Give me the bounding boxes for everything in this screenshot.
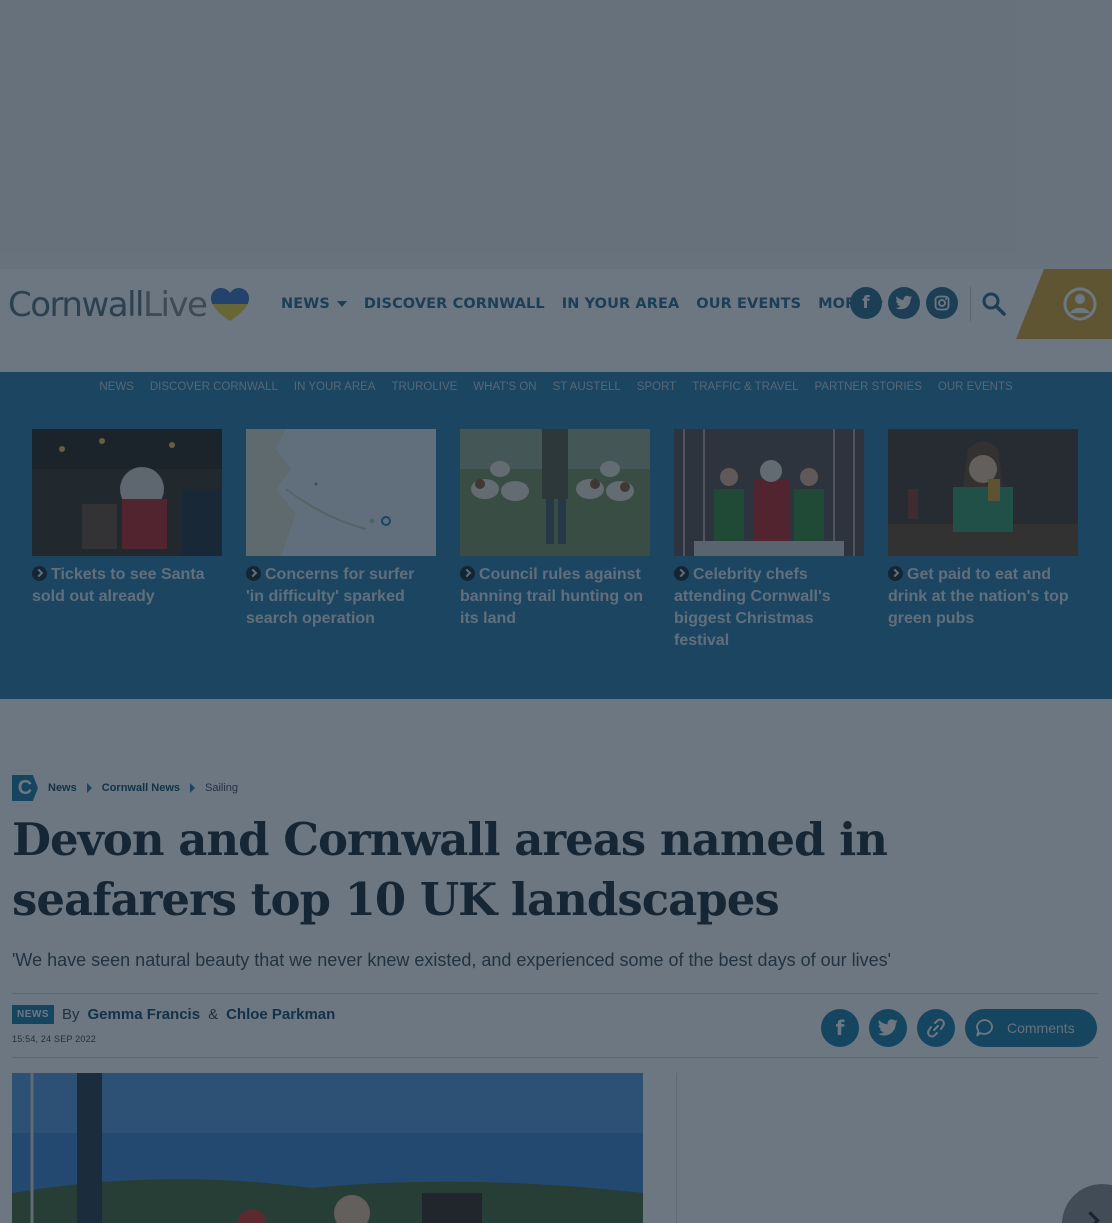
article-standfirst: 'We have seen natural beauty that we nev… — [12, 950, 892, 970]
breadcrumb-separator-icon — [86, 783, 92, 793]
story-image-map[interactable] — [246, 429, 436, 556]
featured-stories: Tickets to see Santa sold out already Co… — [32, 429, 1080, 669]
subnav-sport[interactable]: SPORT — [637, 381, 676, 393]
copy-link-icon[interactable] — [917, 1009, 955, 1047]
secondary-nav-panel: NEWS DISCOVER CORNWALL IN YOUR AREA TRUR… — [0, 372, 1112, 699]
share-bar: f Comments — [821, 1009, 1097, 1047]
share-facebook-icon[interactable]: f — [821, 1009, 859, 1047]
facebook-icon[interactable]: f — [850, 287, 882, 319]
speech-bubble-icon — [976, 1019, 993, 1037]
header-divider — [970, 287, 971, 321]
story-title[interactable]: Concerns for surfer 'in difficulty' spar… — [246, 564, 436, 630]
chevron-right-icon — [460, 566, 475, 581]
header-spacer — [0, 339, 1112, 372]
breadcrumb: C News Cornwall News Sailing — [12, 775, 238, 801]
comments-button[interactable]: Comments — [965, 1009, 1097, 1047]
social-links: f — [850, 287, 958, 319]
subnav-traffic-travel[interactable]: TRAFFIC & TRAVEL — [692, 381, 798, 393]
byline-ampersand: & — [208, 1006, 219, 1023]
story-card[interactable]: Tickets to see Santa sold out already — [32, 429, 222, 669]
breadcrumb-separator-icon — [190, 783, 195, 793]
story-card[interactable]: Get paid to eat and drink at the nation'… — [888, 429, 1078, 669]
story-card[interactable]: Council rules against banning trail hunt… — [460, 429, 650, 669]
nav-news[interactable]: NEWS — [281, 296, 347, 312]
share-twitter-icon[interactable] — [869, 1009, 907, 1047]
secondary-nav-links: NEWS DISCOVER CORNWALL IN YOUR AREA TRUR… — [0, 372, 1112, 402]
logo-text: CornwallLive — [8, 285, 208, 325]
divider — [12, 993, 1098, 994]
subnav-partner-stories[interactable]: PARTNER STORIES — [815, 381, 922, 393]
byline: NEWS By Gemma Francis & Chloe Parkman — [12, 1005, 335, 1024]
account-button[interactable] — [1016, 269, 1112, 339]
main-nav: NEWS DISCOVER CORNWALL IN YOUR AREA OUR … — [281, 269, 884, 339]
twitter-icon[interactable] — [888, 287, 920, 319]
story-title[interactable]: Tickets to see Santa sold out already — [32, 564, 222, 608]
byline-prefix: By — [62, 1006, 80, 1023]
nav-discover-cornwall[interactable]: DISCOVER CORNWALL — [364, 296, 545, 312]
story-image-celebrity-chefs[interactable] — [674, 429, 864, 556]
subnav-discover-cornwall[interactable]: DISCOVER CORNWALL — [150, 381, 278, 393]
site-header: CornwallLive NEWS DISCOVER CORNWALL IN Y… — [0, 269, 1112, 339]
subnav-st-austell[interactable]: ST AUSTELL — [553, 381, 621, 393]
author-link[interactable]: Gemma Francis — [88, 1006, 201, 1023]
story-card[interactable]: Concerns for surfer 'in difficulty' spar… — [246, 429, 436, 669]
comments-label: Comments — [1007, 1020, 1075, 1036]
advertisement-space — [0, 0, 1112, 269]
story-image-pub[interactable] — [888, 429, 1078, 556]
story-image-hounds[interactable] — [460, 429, 650, 556]
section-logo[interactable]: C — [12, 775, 38, 801]
chevron-right-icon — [674, 566, 689, 581]
cornwall-live-logo[interactable]: CornwallLive — [8, 285, 258, 325]
ukraine-heart-icon — [211, 288, 250, 321]
author-link[interactable]: Chloe Parkman — [226, 1006, 335, 1023]
story-card[interactable]: Celebrity chefs attending Cornwall's big… — [674, 429, 864, 669]
publish-timestamp: 15:54, 24 SEP 2022 — [12, 1034, 97, 1044]
caret-down-icon — [336, 301, 347, 307]
article-hero-image[interactable] — [12, 1073, 643, 1223]
subnav-whats-on[interactable]: WHAT'S ON — [473, 381, 536, 393]
chevron-right-icon — [246, 566, 261, 581]
sidebar-divider — [676, 1073, 677, 1223]
subnav-in-your-area[interactable]: IN YOUR AREA — [294, 381, 376, 393]
nav-our-events[interactable]: OUR EVENTS — [696, 296, 801, 312]
category-badge[interactable]: NEWS — [12, 1005, 54, 1024]
nav-in-your-area[interactable]: IN YOUR AREA — [562, 296, 680, 312]
divider — [12, 1057, 1098, 1058]
story-title[interactable]: Celebrity chefs attending Cornwall's big… — [674, 564, 864, 652]
breadcrumb-cornwall-news[interactable]: Cornwall News — [102, 782, 180, 794]
instagram-icon[interactable] — [926, 287, 958, 319]
story-image-santa-grotto[interactable] — [32, 429, 222, 556]
breadcrumb-news[interactable]: News — [48, 782, 77, 794]
next-article-button[interactable] — [1062, 1184, 1112, 1223]
chevron-right-icon — [888, 566, 903, 581]
subnav-trurolive[interactable]: TRUROLIVE — [391, 381, 457, 393]
subnav-our-events[interactable]: OUR EVENTS — [938, 381, 1013, 393]
chevron-right-icon — [32, 566, 47, 581]
subnav-news[interactable]: NEWS — [99, 381, 134, 393]
article-headline: Devon and Cornwall areas named in seafar… — [12, 813, 888, 926]
story-title[interactable]: Council rules against banning trail hunt… — [460, 564, 650, 630]
search-icon[interactable] — [980, 289, 1008, 319]
story-title[interactable]: Get paid to eat and drink at the nation'… — [888, 564, 1078, 630]
breadcrumb-sailing[interactable]: Sailing — [205, 782, 238, 794]
